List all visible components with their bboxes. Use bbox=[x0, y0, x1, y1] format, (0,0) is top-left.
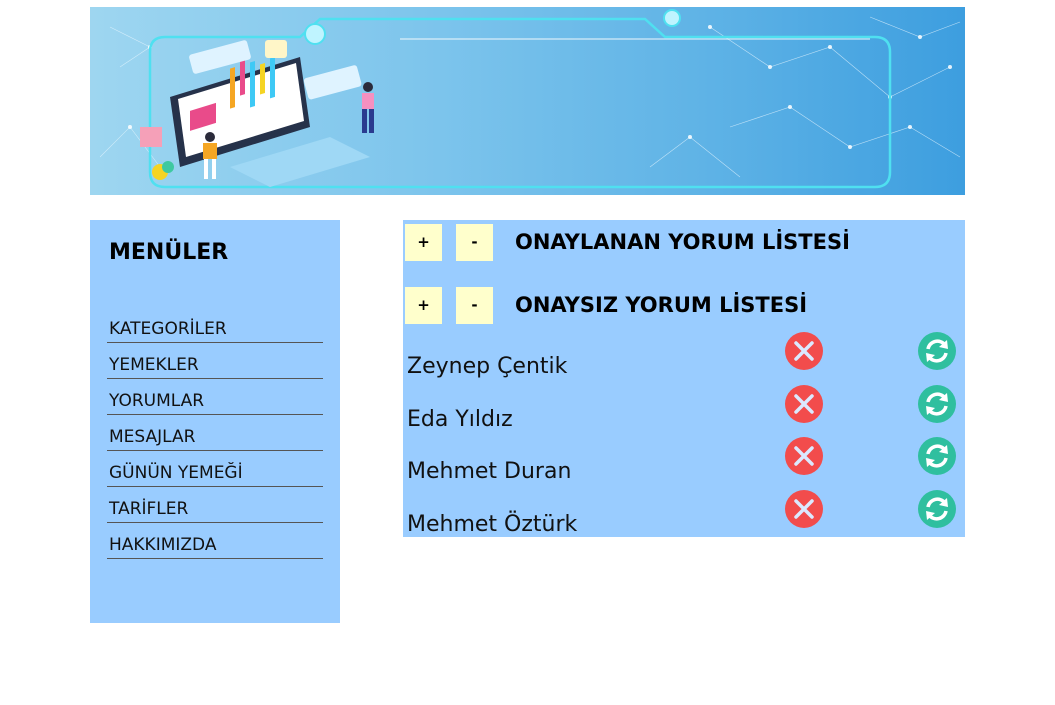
expand-approved-button[interactable]: + bbox=[405, 223, 442, 261]
approved-toolbar: + - ONAYLANAN YORUM LİSTESİ bbox=[405, 223, 850, 261]
collapse-approved-button[interactable]: - bbox=[456, 223, 493, 261]
commenter-name: Eda Yıldız bbox=[407, 406, 513, 432]
delete-icon[interactable] bbox=[785, 489, 823, 528]
sidebar-item-yemekler[interactable]: YEMEKLER bbox=[107, 343, 323, 379]
header-banner bbox=[90, 7, 965, 195]
list-item: Zeynep Çentik bbox=[403, 332, 965, 403]
commenter-name: Mehmet Öztürk bbox=[407, 511, 578, 537]
unapproved-list-title: ONAYSIZ YORUM LİSTESİ bbox=[515, 293, 808, 317]
sidebar-item-label[interactable]: KATEGORİLER bbox=[109, 319, 227, 339]
list-item: Mehmet Öztürk bbox=[403, 489, 965, 561]
list-item: Mehmet Duran bbox=[403, 437, 965, 508]
delete-icon[interactable] bbox=[785, 437, 823, 475]
delete-icon[interactable] bbox=[785, 384, 823, 423]
sidebar-menu: KATEGORİLER YEMEKLER YORUMLAR MESAJLAR G… bbox=[107, 308, 323, 559]
refresh-icon[interactable] bbox=[918, 489, 956, 528]
sidebar-item-label[interactable]: YEMEKLER bbox=[109, 355, 199, 375]
comments-panel: + - ONAYLANAN YORUM LİSTESİ + - ONAYSIZ … bbox=[403, 220, 965, 537]
approved-list-title: ONAYLANAN YORUM LİSTESİ bbox=[515, 230, 850, 254]
sidebar-item-label[interactable]: MESAJLAR bbox=[109, 427, 195, 447]
commenter-name: Mehmet Duran bbox=[407, 459, 572, 484]
refresh-icon[interactable] bbox=[918, 384, 956, 423]
unapproved-comment-list: Zeynep Çentik Eda Yıldız Mehmet Duran Me… bbox=[403, 332, 965, 561]
sidebar-item-mesajlar[interactable]: MESAJLAR bbox=[107, 415, 323, 451]
sidebar-item-tarifler[interactable]: TARİFLER bbox=[107, 487, 323, 523]
commenter-name: Zeynep Çentik bbox=[407, 354, 568, 379]
collapse-unapproved-button[interactable]: - bbox=[456, 286, 493, 324]
sidebar-item-label[interactable]: GÜNÜN YEMEĞİ bbox=[109, 463, 243, 483]
sidebar-item-hakkimizda[interactable]: HAKKIMIZDA bbox=[107, 523, 323, 559]
expand-unapproved-button[interactable]: + bbox=[405, 286, 442, 324]
sidebar-title: MENÜLER bbox=[109, 240, 229, 265]
refresh-icon[interactable] bbox=[918, 332, 956, 370]
sidebar: MENÜLER KATEGORİLER YEMEKLER YORUMLAR ME… bbox=[90, 220, 340, 623]
refresh-icon[interactable] bbox=[918, 437, 956, 475]
sidebar-item-gunun-yemegi[interactable]: GÜNÜN YEMEĞİ bbox=[107, 451, 323, 487]
delete-icon[interactable] bbox=[785, 332, 823, 370]
list-item: Eda Yıldız bbox=[403, 384, 965, 456]
sidebar-item-label[interactable]: YORUMLAR bbox=[109, 391, 204, 411]
sidebar-item-label[interactable]: TARİFLER bbox=[109, 499, 188, 519]
sidebar-item-yorumlar[interactable]: YORUMLAR bbox=[107, 379, 323, 415]
sidebar-item-kategoriler[interactable]: KATEGORİLER bbox=[107, 308, 323, 343]
banner-illustration bbox=[99, 9, 961, 189]
unapproved-toolbar: + - ONAYSIZ YORUM LİSTESİ bbox=[405, 286, 807, 324]
sidebar-item-label[interactable]: HAKKIMIZDA bbox=[109, 535, 216, 555]
